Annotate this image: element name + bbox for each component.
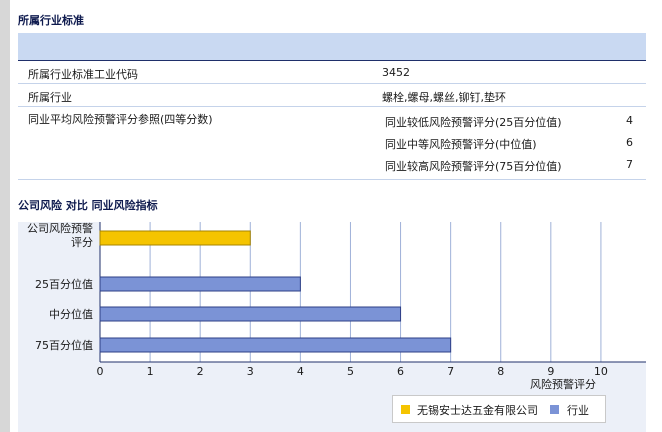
y-category-label: 评分	[71, 236, 93, 249]
y-category-label: 公司风险预警	[27, 221, 93, 235]
x-axis-title: 风险预警评分	[530, 377, 596, 391]
bar-industry	[99, 306, 402, 322]
bar-company	[99, 230, 251, 246]
legend-swatch-company	[401, 405, 410, 414]
x-tick-label: 7	[447, 365, 454, 378]
legend-label-industry: 行业	[567, 404, 589, 417]
y-category-label: 75百分位值	[35, 338, 93, 352]
bar-industry	[99, 337, 452, 353]
y-category-label: 中分位值	[49, 307, 93, 321]
x-tick-label: 2	[197, 365, 204, 378]
x-tick-label: 6	[397, 365, 404, 378]
x-tick-label: 1	[147, 365, 154, 378]
bar-industry	[99, 276, 301, 292]
legend-label-company: 无锡安士达五金有限公司	[417, 404, 538, 417]
x-tick-label: 0	[97, 365, 104, 378]
x-tick-label: 5	[347, 365, 354, 378]
chart-legend: 无锡安士达五金有限公司 行业	[392, 395, 606, 423]
x-tick-label: 8	[497, 365, 504, 378]
x-tick-label: 9	[547, 365, 554, 378]
x-tick-label: 4	[297, 365, 304, 378]
y-category-label: 25百分位值	[35, 277, 93, 291]
x-tick-label: 10	[594, 365, 608, 378]
risk-comparison-chart: 0 1 2 3 4 5 6 7 8 9 10 公司风险预警评分 25百分位值中分位值 75百分位值风险预警…	[27, 221, 646, 391]
legend-swatch-industry	[550, 405, 559, 414]
x-tick-label: 3	[247, 365, 254, 378]
